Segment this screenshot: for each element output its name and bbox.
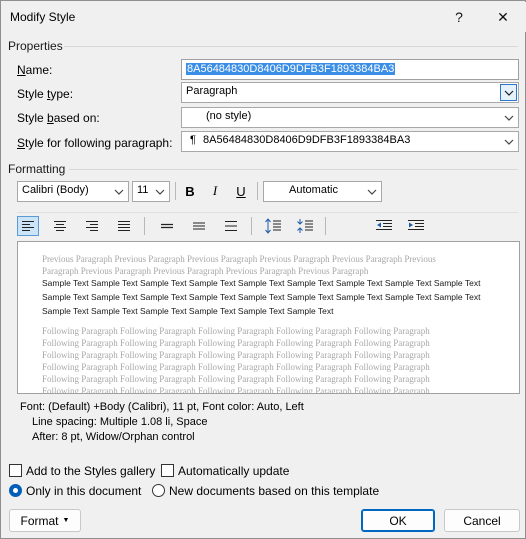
preview-previous-paragraph: Previous Paragraph Previous Paragraph Pr… [42,254,436,276]
style-based-on-value: (no style) [206,110,252,122]
chevron-down-icon[interactable] [363,183,380,200]
preview-sample-text: Sample Text Sample Text Sample Text Samp… [42,276,482,318]
align-right-button[interactable] [81,216,103,236]
preview-following-paragraph: Following Paragraph Following Paragraph … [42,325,482,394]
single-spacing-icon [161,223,173,229]
align-center-icon [54,221,66,231]
font-name-value: Calibri (Body) [22,184,89,196]
style-description: Font: (Default) +Body (Calibri), 11 pt, … [17,397,520,453]
style-type-value: Paragraph [186,85,238,97]
justify-button[interactable] [113,216,135,236]
decrease-spacing-button[interactable] [294,216,316,236]
style-preview: Previous Paragraph Previous Paragraph Pr… [17,241,520,394]
add-to-gallery-label: Add to the Styles gallery [26,464,156,478]
font-color-select[interactable]: Automatic [263,181,382,202]
format-button[interactable]: Format ▼ [9,509,81,532]
font-name-select[interactable]: Calibri (Body) [17,181,129,202]
preview-sample-line: Sample Text Sample Text Sample Text Samp… [42,278,481,288]
align-center-button[interactable] [49,216,71,236]
auto-update-label: Automatically update [178,464,290,478]
paragraph-mark-icon: ¶ [190,134,196,146]
toolbar-separator [175,182,176,200]
preview-sample-line: Sample Text Sample Text Sample Text Samp… [42,306,334,316]
auto-update-checkbox[interactable] [161,464,174,477]
preview-following-line: Following Paragraph Following Paragraph … [42,338,430,348]
following-style-value: 8A56484830D8406D9DFB3F1893384BA3 [202,134,411,146]
align-right-icon [86,221,98,231]
properties-divider [64,46,518,47]
preview-following-line: Following Paragraph Following Paragraph … [42,326,430,336]
following-style-label: Style for following paragraph: [17,136,173,150]
decrease-indent-icon [376,220,392,230]
format-button-label: Format [20,513,59,528]
formatting-divider [69,169,518,170]
increase-paragraph-spacing-icon [265,218,281,234]
new-documents-label: New documents based on this template [169,484,380,498]
following-style-select[interactable]: ¶ 8A56484830D8406D9DFB3F1893384BA3 [181,131,519,152]
single-spacing-button[interactable] [156,216,178,236]
formatting-section-label: Formatting [8,162,66,176]
title-bar: Modify Style ? ✕ [2,2,526,32]
ok-button[interactable]: OK [361,509,435,532]
close-button[interactable]: ✕ [485,4,521,30]
preview-sample-line: Sample Text Sample Text Sample Text Samp… [42,292,481,302]
only-this-document-label: Only in this document [26,484,142,498]
preview-following-line: Following Paragraph Following Paragraph … [42,362,430,372]
style-type-label: Style type: [17,87,74,101]
dropdown-arrow-icon: ▼ [62,517,70,524]
only-this-document-radio[interactable] [9,484,22,497]
increase-indent-icon [408,220,424,230]
add-to-gallery-checkbox[interactable] [9,464,22,477]
new-documents-radio[interactable] [152,484,165,497]
toolbar-separator [251,217,252,235]
one-half-spacing-button[interactable] [188,216,210,236]
preview-following-line: Following Paragraph Following Paragraph … [42,374,430,384]
toolbar-separator [144,217,145,235]
preview-following-line: Following Paragraph Following Paragraph … [42,386,430,394]
toolbar-separator [325,217,326,235]
chevron-down-icon[interactable] [500,84,517,101]
double-spacing-icon [225,220,237,232]
toolbar-separator [257,182,258,200]
name-field-value: 8A56484830D8406D9DFB3F1893384BA3 [186,63,396,75]
preview-following-line: Following Paragraph Following Paragraph … [42,350,430,360]
style-based-on-label: Style based on: [17,111,100,125]
align-left-icon [22,221,34,231]
description-line: Font: (Default) +Body (Calibri), 11 pt, … [20,401,304,413]
font-size-select[interactable]: 11 [132,181,170,202]
increase-spacing-button[interactable] [262,216,284,236]
justify-icon [118,221,130,231]
help-button[interactable]: ? [441,4,477,30]
decrease-indent-button[interactable] [373,216,395,236]
style-based-on-select[interactable]: (no style) [181,107,519,128]
chevron-down-icon[interactable] [110,183,127,200]
double-spacing-button[interactable] [220,216,242,236]
increase-indent-button[interactable] [405,216,427,236]
chevron-down-icon[interactable] [500,133,517,150]
toolbar-divider [17,212,518,213]
properties-section-label: Properties [8,39,63,53]
description-line: After: 8 pt, Widow/Orphan control [32,431,195,443]
cancel-button[interactable]: Cancel [444,509,520,532]
bold-button[interactable]: B [179,181,201,201]
underline-button[interactable]: U [230,181,252,201]
italic-button[interactable]: I [204,181,226,201]
dialog-title: Modify Style [10,10,76,24]
modify-style-dialog: Modify Style ? ✕ Properties Name: 8A5648… [0,0,526,539]
name-field[interactable]: 8A56484830D8406D9DFB3F1893384BA3 [181,59,519,80]
align-left-button[interactable] [17,216,39,236]
font-size-value: 11 [137,184,149,196]
name-label: Name: [17,63,53,77]
one-half-spacing-icon [193,222,205,230]
font-color-value: Automatic [289,184,338,196]
chevron-down-icon[interactable] [500,109,517,126]
style-type-select[interactable]: Paragraph [181,82,519,103]
chevron-down-icon[interactable] [151,183,168,200]
description-line: Line spacing: Multiple 1.08 li, Space [32,416,208,428]
decrease-paragraph-spacing-icon [297,219,313,233]
